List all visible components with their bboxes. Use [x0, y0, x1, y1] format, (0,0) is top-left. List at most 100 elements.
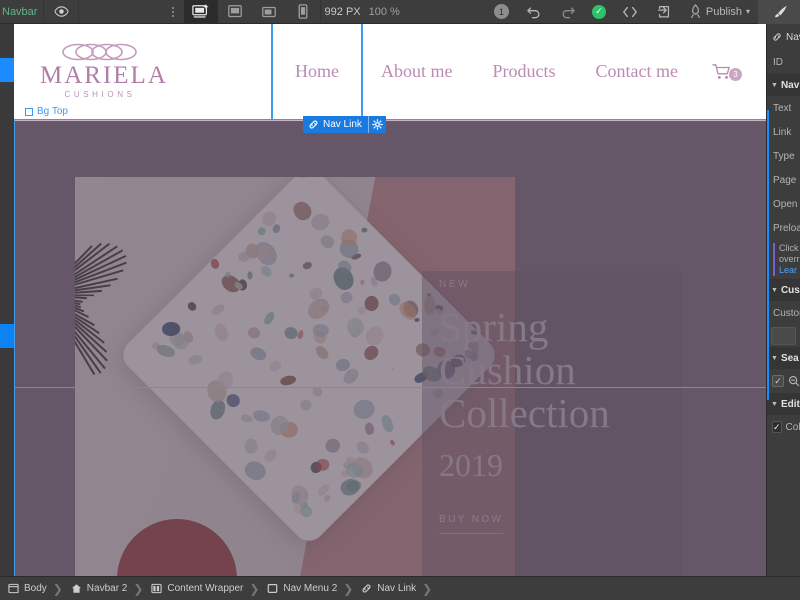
breadcrumb-item-body[interactable]: Body — [0, 577, 53, 600]
breadcrumb-label-navbar: Navbar 2 — [86, 583, 128, 594]
redo-icon[interactable] — [551, 0, 585, 24]
section-editor-header[interactable]: ▼ Edit — [767, 393, 800, 415]
logo-subtitle: CUSHIONS — [64, 90, 136, 99]
buy-now-button[interactable]: BUY NOW — [439, 514, 504, 534]
editor-option-label: Col — [785, 421, 800, 433]
device-mobile-button[interactable] — [286, 0, 320, 24]
section-custom-header[interactable]: ▼ Cus — [767, 279, 800, 301]
undo-icon[interactable] — [517, 0, 551, 24]
hero-eyebrow: NEW — [439, 279, 471, 290]
logo-name: MARIELA — [40, 62, 168, 89]
nav-link-home[interactable]: Home — [271, 24, 364, 121]
more-options-icon[interactable] — [162, 0, 184, 24]
link-icon — [308, 119, 319, 130]
cart-count-badge: 3 — [729, 68, 742, 81]
top-toolbar: Navbar 992 PX 100 % 1 ✓ Publish ▾ — [0, 0, 800, 24]
photo-red-circle — [117, 519, 237, 576]
paint-brush-icon[interactable] — [758, 0, 800, 24]
selected-element-label: Navbar — [2, 5, 38, 18]
check-circle-icon[interactable]: ✓ — [591, 4, 606, 19]
navbar-component[interactable]: MARIELA CUSHIONS Home About me Products … — [14, 24, 766, 121]
breadcrumb: Body ❯ Navbar 2 ❯ Content Wrapper ❯ Nav … — [0, 576, 800, 600]
code-brackets-icon[interactable] — [613, 0, 647, 24]
changes-count-badge[interactable]: 1 — [493, 4, 509, 19]
breadcrumb-separator: ❯ — [343, 581, 354, 596]
breadcrumb-label-content-wrapper: Content Wrapper — [167, 583, 244, 594]
link-icon — [361, 583, 372, 594]
device-desktop-button[interactable] — [183, 0, 218, 24]
export-icon[interactable] — [647, 0, 681, 24]
panel-title-label: Nav — [786, 31, 800, 43]
nav-link-tag-label: Nav Link — [323, 119, 362, 130]
brand-logo[interactable]: MARIELA CUSHIONS — [40, 42, 168, 99]
nav-link-tag-label-group: Nav Link — [303, 119, 368, 130]
left-navigator-panel[interactable] — [0, 24, 14, 576]
nav-link-tag[interactable]: Nav Link — [303, 116, 386, 133]
selection-edge-left — [14, 120, 15, 576]
hero-section[interactable]: NEW Spring Cushion Collection 2019 BUY N… — [14, 121, 766, 576]
nav-link-about[interactable]: About me — [361, 24, 473, 119]
design-canvas[interactable]: MARIELA CUSHIONS Home About me Products … — [14, 24, 766, 576]
left-panel-selection — [0, 58, 14, 82]
bg-top-label: Bg Top — [37, 106, 68, 117]
chevron-down-icon: ▼ — [771, 286, 778, 294]
help-note-line-1: Click — [779, 243, 799, 253]
breadcrumb-separator: ❯ — [133, 581, 144, 596]
help-note-link[interactable]: Lear — [779, 265, 797, 276]
publish-label: Publish — [705, 5, 742, 18]
section-custom-label: Cus — [780, 284, 800, 296]
breadcrumb-separator: ❯ — [249, 581, 260, 596]
settings-panel[interactable]: Nav ID ▼ Nav Text Link Type Page Open in… — [766, 24, 800, 600]
hero-title-line-3: Collection — [439, 390, 610, 436]
nav-link-contact[interactable]: Contact me — [576, 24, 698, 119]
breadcrumb-label-nav-menu: Nav Menu 2 — [283, 583, 338, 594]
custom-attributes-input[interactable] — [771, 327, 796, 345]
hero-title-line-2: Cushion — [439, 347, 576, 393]
search-minus-icon — [788, 375, 800, 387]
rocket-icon — [689, 4, 702, 19]
panel-title: Nav — [767, 24, 800, 50]
page-icon — [8, 583, 19, 594]
section-nav-label: Nav — [780, 79, 800, 91]
section-search-header[interactable]: ▼ Sea — [767, 347, 800, 369]
section-nav-header[interactable]: ▼ Nav — [767, 74, 800, 96]
device-tablet-landscape-button[interactable] — [218, 0, 252, 24]
breadcrumb-item-nav-menu[interactable]: Nav Menu 2 — [259, 577, 343, 600]
square-outline-icon — [267, 583, 278, 594]
nav-link-products[interactable]: Products — [473, 24, 576, 119]
bg-top-tag[interactable]: Bg Top — [25, 106, 68, 117]
chevron-down-icon: ▼ — [771, 354, 778, 362]
zoom-level-value[interactable]: 100 % — [365, 6, 404, 18]
checkbox-checked[interactable]: ✓ — [772, 421, 782, 433]
breadcrumb-item-navbar[interactable]: Navbar 2 — [63, 577, 134, 600]
toolbar-left-group: Navbar — [0, 0, 80, 24]
toolbar-spacer-2 — [404, 0, 486, 24]
preview-eye-icon[interactable] — [44, 0, 78, 24]
field-link-label: Link — [773, 126, 792, 138]
search-option-row[interactable]: ✓ — [767, 369, 800, 393]
chevron-down-icon: ▼ — [771, 81, 778, 89]
gear-icon[interactable] — [367, 116, 386, 133]
breadcrumb-separator: ❯ — [52, 581, 63, 596]
viewport-width-value[interactable]: 992 PX — [321, 6, 365, 18]
hero-title-line-1: Spring — [439, 304, 549, 350]
field-open-in-label: Open in — [773, 198, 800, 210]
field-page-label: Page — [773, 174, 797, 186]
columns-icon — [151, 583, 163, 594]
breadcrumb-item-nav-link[interactable]: Nav Link — [353, 577, 422, 600]
publish-button[interactable]: Publish ▾ — [681, 4, 758, 19]
id-field-label: ID — [773, 56, 783, 68]
navbar-icon — [71, 583, 82, 594]
device-tablet-portrait-button[interactable] — [252, 0, 286, 24]
editor-option-row[interactable]: ✓ Col — [767, 415, 800, 439]
breadcrumb-item-content-wrapper[interactable]: Content Wrapper — [143, 577, 249, 600]
square-outline-icon — [25, 107, 33, 116]
nav-menu: Home About me Products Contact me 3 — [271, 24, 744, 121]
checkbox[interactable]: ✓ — [772, 375, 784, 387]
section-editor-label: Edit — [780, 398, 800, 410]
help-note-line-2: overri — [779, 254, 800, 264]
cart-button[interactable]: 3 — [698, 62, 744, 81]
selection-guide-bottom — [14, 387, 766, 388]
hero-year: 2019 — [439, 447, 503, 483]
